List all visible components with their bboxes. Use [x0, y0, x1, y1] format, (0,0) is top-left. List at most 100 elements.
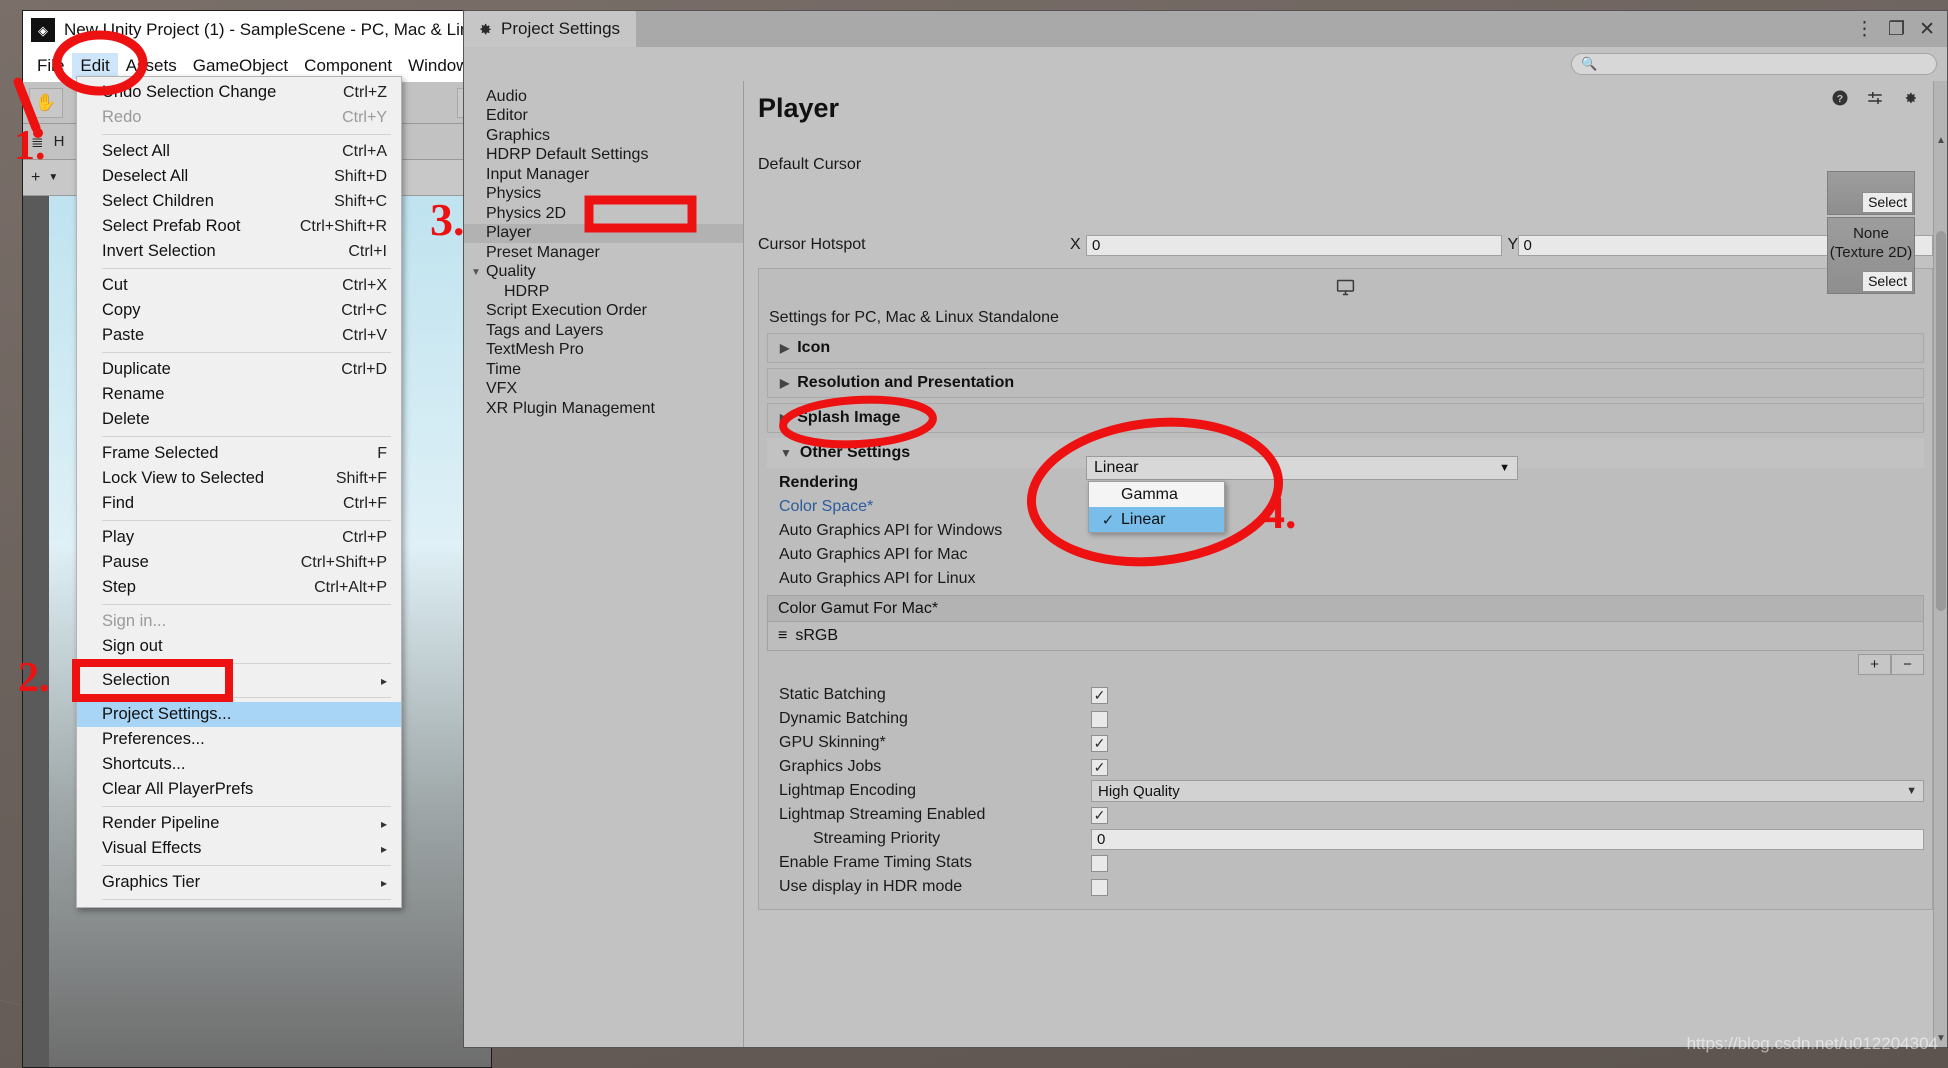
menu-item-deselect-all[interactable]: Deselect All Shift+D	[77, 164, 401, 189]
sidebar-item-hdrp[interactable]: HDRP	[464, 282, 743, 302]
color-space-dropdown-list[interactable]: Gamma ✓ Linear	[1088, 481, 1225, 533]
use-display-in-hdr-mode-checkbox[interactable]	[1091, 878, 1108, 896]
sidebar-item-xr-plugin-management[interactable]: XR Plugin Management	[464, 399, 743, 419]
menubar-item-assets[interactable]: Assets	[118, 53, 185, 79]
settings-gear-icon[interactable]	[1901, 89, 1919, 112]
settings-sidebar[interactable]: Audio Editor Graphics HDRP Default Setti…	[464, 81, 744, 1047]
lightmap-encoding-dropdown[interactable]: High Quality ▼	[1091, 780, 1924, 802]
sidebar-item-time[interactable]: Time	[464, 360, 743, 380]
menu-item-project-settings[interactable]: Project Settings...	[77, 702, 401, 727]
more-options-icon[interactable]: ⋮	[1855, 20, 1874, 39]
static-batching-checkbox[interactable]: ✓	[1091, 686, 1108, 704]
chevron-down-icon[interactable]: ▼	[48, 172, 58, 183]
cursor-hotspot-x-input[interactable]: 0	[1086, 234, 1502, 256]
menubar-item-edit[interactable]: Edit	[72, 52, 118, 79]
color-gamut-entry[interactable]: ≡ sRGB	[767, 622, 1924, 651]
sidebar-item-script-execution-order[interactable]: Script Execution Order	[464, 302, 743, 322]
menu-item-render-pipeline[interactable]: Render Pipeline ▸	[77, 811, 401, 836]
streaming-priority-input[interactable]: 0	[1091, 828, 1924, 850]
color-space-dropdown[interactable]: Linear ▼	[1086, 456, 1518, 480]
menu-item-pause[interactable]: Pause Ctrl+Shift+P	[77, 550, 401, 575]
chevron-right-icon: ▸	[380, 875, 387, 890]
foldout-icon[interactable]: ▶ Icon	[767, 333, 1924, 363]
remove-gamut-button[interactable]: −	[1891, 654, 1924, 675]
menu-item-select-prefab-root[interactable]: Select Prefab Root Ctrl+Shift+R	[77, 214, 401, 239]
menu-item-sign-out[interactable]: Sign out	[77, 634, 401, 659]
menu-item-play[interactable]: Play Ctrl+P	[77, 525, 401, 550]
sidebar-item-physics[interactable]: Physics	[464, 185, 743, 205]
color-space-option-gamma[interactable]: Gamma	[1089, 482, 1224, 507]
sidebar-item-editor[interactable]: Editor	[464, 107, 743, 127]
sidebar-item-audio[interactable]: Audio	[464, 87, 743, 107]
add-gamut-button[interactable]: +	[1858, 654, 1891, 675]
sidebar-item-input-manager[interactable]: Input Manager	[464, 165, 743, 185]
sidebar-item-vfx[interactable]: VFX	[464, 380, 743, 400]
gpu-skinning-row: GPU Skinning* ✓	[779, 731, 1924, 755]
close-icon[interactable]: ✕	[1919, 20, 1935, 39]
chevron-down-icon[interactable]: ▼	[471, 267, 481, 278]
menubar-item-file[interactable]: File	[29, 53, 72, 79]
menu-item-rename[interactable]: Rename	[77, 382, 401, 407]
foldout-splash-image[interactable]: ▶ Splash Image	[767, 403, 1924, 433]
foldout-resolution-and-presentation[interactable]: ▶ Resolution and Presentation	[767, 368, 1924, 398]
menu-item-invert-selection[interactable]: Invert Selection Ctrl+I	[77, 239, 401, 264]
sidebar-item-physics-2d[interactable]: Physics 2D	[464, 204, 743, 224]
color-space-option-linear[interactable]: ✓ Linear	[1089, 507, 1224, 532]
preset-icon[interactable]	[1866, 89, 1884, 112]
menu-item-undo[interactable]: Undo Selection Change Ctrl+Z	[77, 80, 401, 105]
hand-tool-icon[interactable]: ✋	[29, 87, 63, 118]
menu-item-visual-effects[interactable]: Visual Effects ▸	[77, 836, 401, 861]
menu-item-select-all[interactable]: Select All Ctrl+A	[77, 139, 401, 164]
sidebar-item-graphics[interactable]: Graphics	[464, 126, 743, 146]
menu-item-select-children[interactable]: Select Children Shift+C	[77, 189, 401, 214]
enable-frame-timing-stats-checkbox[interactable]	[1091, 854, 1108, 872]
standalone-monitor-icon[interactable]	[1335, 277, 1356, 303]
lightmap-streaming-enabled-checkbox[interactable]: ✓	[1091, 806, 1108, 824]
default-cursor-slot[interactable]: Select	[1827, 171, 1915, 215]
menu-item-sign-in[interactable]: Sign in...	[77, 609, 401, 634]
platform-tabs[interactable]	[767, 275, 1924, 305]
add-dropdown-button[interactable]: +	[31, 169, 40, 187]
sidebar-item-preset-manager[interactable]: Preset Manager	[464, 243, 743, 263]
menu-item-shortcuts[interactable]: Shortcuts...	[77, 752, 401, 777]
sidebar-item-hdrp-default-settings[interactable]: HDRP Default Settings	[464, 146, 743, 166]
sidebar-item-quality[interactable]: ▼ Quality	[464, 263, 743, 283]
sidebar-item-tags-and-layers[interactable]: Tags and Layers	[464, 321, 743, 341]
select-button[interactable]: Select	[1862, 271, 1913, 292]
menu-item-duplicate[interactable]: Duplicate Ctrl+D	[77, 357, 401, 382]
menubar-item-component[interactable]: Component	[296, 53, 400, 79]
sidebar-item-textmesh-pro[interactable]: TextMesh Pro	[464, 341, 743, 361]
menu-item-graphics-tier[interactable]: Graphics Tier ▸	[77, 870, 401, 895]
menu-item-copy[interactable]: Copy Ctrl+C	[77, 298, 401, 323]
menu-item-redo[interactable]: Redo Ctrl+Y	[77, 105, 401, 130]
menu-item-step[interactable]: Step Ctrl+Alt+P	[77, 575, 401, 600]
menu-item-preferences[interactable]: Preferences...	[77, 727, 401, 752]
search-input[interactable]: 🔍	[1571, 53, 1937, 75]
menu-item-find[interactable]: Find Ctrl+F	[77, 491, 401, 516]
menu-item-delete[interactable]: Delete	[77, 407, 401, 432]
menu-item-paste[interactable]: Paste Ctrl+V	[77, 323, 401, 348]
cursor-texture-slot[interactable]: None (Texture 2D) Select	[1827, 217, 1915, 294]
window-buttons[interactable]: ⋮ ❐ ✕	[1855, 11, 1947, 47]
select-button[interactable]: Select	[1862, 192, 1913, 213]
color-gamut-buttons[interactable]: + −	[767, 654, 1924, 675]
menu-item-selection[interactable]: Selection ▸	[77, 668, 401, 693]
tab-project-settings[interactable]: Project Settings	[464, 11, 637, 47]
gpu-skinning-checkbox[interactable]: ✓	[1091, 734, 1108, 752]
menu-item-clear-all-playerprefs[interactable]: Clear All PlayerPrefs	[77, 777, 401, 802]
help-icon[interactable]: ?	[1831, 89, 1849, 112]
menu-item-frame-selected[interactable]: Frame Selected F	[77, 441, 401, 466]
menu-item-cut[interactable]: Cut Ctrl+X	[77, 273, 401, 298]
scroll-up-arrow-icon[interactable]: ▲	[1935, 133, 1947, 147]
vertical-scrollbar[interactable]: ▲ ▼	[1933, 81, 1947, 1047]
drag-handle-icon[interactable]: ≡	[778, 627, 787, 645]
maximize-icon[interactable]: ❐	[1888, 20, 1905, 39]
graphics-jobs-checkbox[interactable]: ✓	[1091, 758, 1108, 776]
edit-dropdown-menu[interactable]: Undo Selection Change Ctrl+Z Redo Ctrl+Y…	[76, 76, 402, 908]
scrollbar-thumb[interactable]	[1936, 231, 1946, 611]
sidebar-item-player[interactable]: Player	[464, 223, 743, 243]
menu-item-lock-view-to-selected[interactable]: Lock View to Selected Shift+F	[77, 466, 401, 491]
dynamic-batching-checkbox[interactable]	[1091, 710, 1108, 728]
panel-header-icons[interactable]: ?	[1831, 89, 1919, 112]
menubar-item-gameobject[interactable]: GameObject	[185, 53, 296, 79]
